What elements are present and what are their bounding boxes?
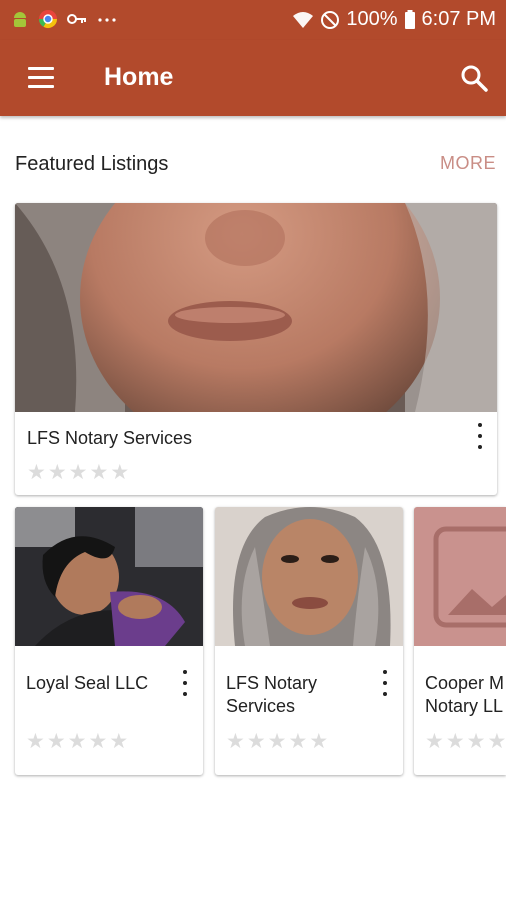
star-icon: ★ — [267, 730, 287, 753]
listing-name: LFS Notary Services — [27, 428, 193, 448]
battery-percent: 100% — [346, 8, 398, 30]
featured-listings-heading: Featured Listings — [15, 153, 169, 175]
star-icon: ★ — [445, 730, 465, 753]
rating-stars: ★ ★ ★ ★ ★ — [425, 731, 506, 752]
more-dots-icon — [98, 18, 116, 22]
search-button[interactable] — [456, 60, 492, 96]
image-placeholder-icon — [414, 507, 506, 646]
clock: 6:07 PM — [421, 8, 496, 30]
star-icon: ★ — [487, 730, 506, 753]
menu-button[interactable] — [24, 60, 60, 96]
android-icon — [14, 12, 26, 27]
app-bar: Home — [0, 40, 506, 116]
listing-name: Cooper M Notary LL — [425, 673, 505, 716]
status-bar: 100% 6:07 PM — [0, 0, 506, 40]
rating-stars: ★ ★ ★ ★ ★ — [226, 731, 328, 752]
chrome-icon — [39, 10, 57, 29]
wifi-icon — [293, 11, 314, 28]
listing-photo — [215, 507, 403, 646]
status-left-icons — [10, 9, 118, 29]
listing-card[interactable]: Loyal Seal LLC ★ ★ ★ ★ ★ — [15, 507, 203, 775]
star-icon: ★ — [47, 461, 67, 484]
star-icon: ★ — [46, 730, 66, 753]
more-options-icon[interactable] — [180, 670, 190, 696]
star-icon: ★ — [109, 730, 129, 753]
star-icon: ★ — [26, 730, 45, 753]
rating-stars: ★ ★ ★ ★ ★ — [26, 731, 128, 752]
star-icon: ★ — [309, 730, 329, 753]
star-icon: ★ — [88, 730, 108, 753]
star-icon: ★ — [466, 730, 486, 753]
star-icon: ★ — [246, 730, 266, 753]
status-right: 100% 6:07 PM — [292, 8, 496, 31]
listing-photo — [15, 507, 203, 646]
listing-name: LFS Notary Services — [226, 673, 318, 716]
star-icon: ★ — [27, 461, 46, 484]
listing-photo — [15, 203, 497, 412]
star-icon: ★ — [425, 730, 444, 753]
star-icon: ★ — [226, 730, 245, 753]
star-icon: ★ — [68, 461, 88, 484]
more-button[interactable]: MORE — [440, 153, 496, 174]
listing-card[interactable]: LFS Notary Services ★ ★ ★ ★ ★ — [215, 507, 403, 775]
battery-icon — [404, 9, 415, 29]
more-options-icon[interactable] — [475, 423, 485, 449]
search-icon — [461, 65, 488, 92]
featured-listing-card[interactable]: LFS Notary Services ★ ★ ★ ★ ★ — [15, 203, 497, 495]
menu-icon — [24, 60, 60, 96]
more-options-icon[interactable] — [380, 670, 390, 696]
star-icon: ★ — [67, 730, 87, 753]
rating-stars: ★ ★ ★ ★ ★ — [27, 462, 129, 483]
star-icon: ★ — [110, 461, 130, 484]
do-not-disturb-icon — [321, 10, 340, 29]
page-title: Home — [104, 63, 174, 91]
star-icon: ★ — [89, 461, 109, 484]
listing-name: Loyal Seal LLC — [26, 673, 149, 693]
key-icon — [67, 14, 86, 24]
listing-card[interactable]: Cooper M Notary LL ★ ★ ★ ★ ★ — [414, 507, 506, 775]
star-icon: ★ — [288, 730, 308, 753]
